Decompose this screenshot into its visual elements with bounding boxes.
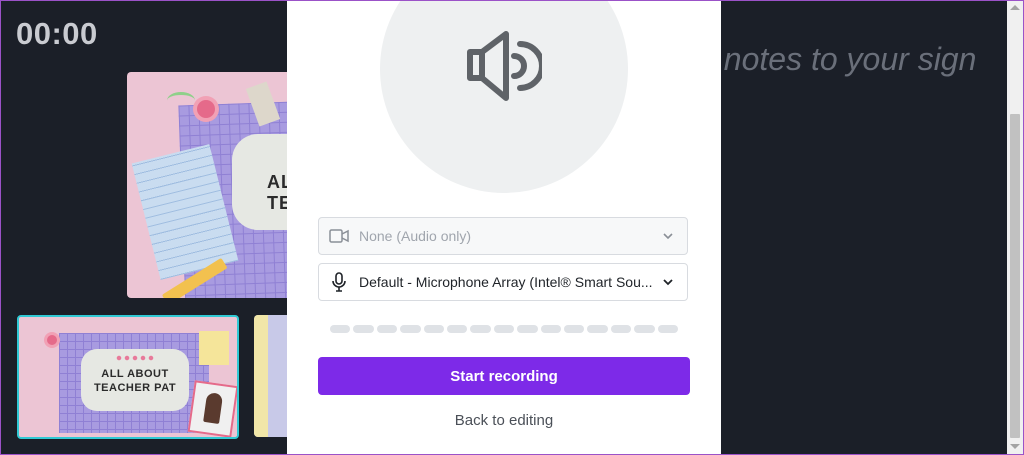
flower-decoration (47, 335, 57, 345)
chevron-down-icon (663, 233, 673, 240)
thumbnail-title: ALL ABOUT TEACHER PAT (93, 368, 177, 394)
slide-thumbnail-1[interactable]: ALL ABOUT TEACHER PAT (17, 315, 239, 439)
camera-select-value: None (Audio only) (359, 228, 472, 244)
photo-frame (187, 380, 237, 437)
level-segment (423, 325, 445, 333)
level-segment (517, 325, 538, 333)
vertical-scrollbar[interactable] (1007, 0, 1023, 455)
level-segment (376, 325, 398, 333)
level-segment (657, 325, 679, 333)
level-segment (330, 325, 351, 333)
level-segment (470, 325, 491, 333)
level-segment (353, 325, 374, 333)
level-segment (493, 325, 515, 333)
level-segment (540, 325, 562, 333)
scrollbar-thumb[interactable] (1010, 114, 1020, 438)
microphone-icon (329, 272, 349, 292)
camera-icon (329, 226, 349, 246)
audio-level-meter (330, 325, 679, 333)
dots-decoration (115, 355, 155, 361)
sticky-note-decoration (199, 331, 229, 365)
scroll-up-icon[interactable] (1010, 5, 1020, 10)
level-segment (634, 325, 655, 333)
level-segment (564, 325, 585, 333)
chevron-down-icon (663, 279, 673, 286)
level-segment (587, 325, 608, 333)
level-segment (447, 325, 468, 333)
timer: 00:00 (16, 16, 98, 51)
camera-select[interactable]: None (Audio only) (318, 217, 688, 255)
scroll-down-icon[interactable] (1010, 444, 1020, 449)
speaker-icon (467, 31, 542, 101)
start-recording-button[interactable]: Start recording (318, 357, 690, 395)
microphone-select[interactable]: Default - Microphone Array (Intel® Smart… (318, 263, 688, 301)
back-to-editing-link[interactable]: Back to editing (318, 412, 690, 429)
microphone-select-value: Default - Microphone Array (Intel® Smart… (359, 274, 653, 290)
notes-placeholder: ld notes to your sign (690, 41, 977, 77)
level-segment (610, 325, 632, 333)
flower-decoration (197, 100, 215, 118)
level-segment (400, 325, 421, 333)
recording-dialog: None (Audio only) Default - Microphone A… (287, 0, 721, 455)
